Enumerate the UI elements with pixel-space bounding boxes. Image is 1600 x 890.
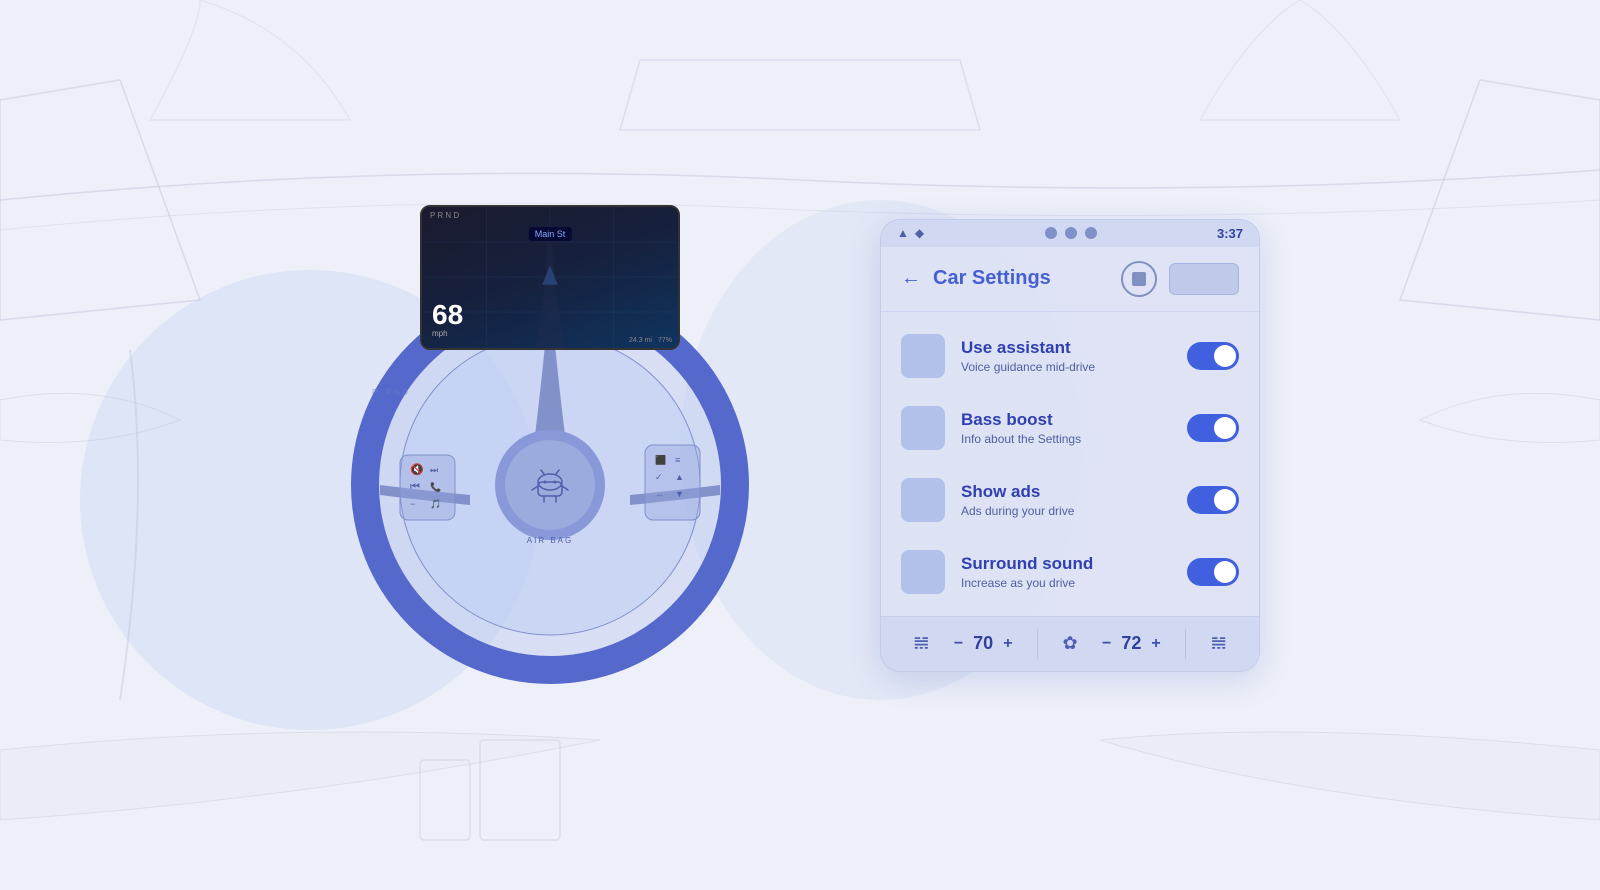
svg-text:▼: ▼ xyxy=(675,489,684,499)
nav-dot-1 xyxy=(1045,227,1057,239)
toggle-surround-sound[interactable] xyxy=(1187,558,1239,586)
temp-left-minus[interactable]: − xyxy=(954,635,963,653)
heat-right-icon: 𝌣 xyxy=(1211,633,1227,654)
climate-zone-left: 𝌣 xyxy=(913,633,929,654)
setting-surround-sound: Surround sound Increase as you drive xyxy=(881,536,1259,608)
setting-text-use-assistant: Use assistant Voice guidance mid-drive xyxy=(961,338,1171,374)
setting-title-bass-boost: Bass boost xyxy=(961,410,1171,430)
nav-dot-2 xyxy=(1065,227,1077,239)
setting-title-use-assistant: Use assistant xyxy=(961,338,1171,358)
status-icons: ▲ ◆ xyxy=(897,226,924,240)
climate-control-left: − 70 + xyxy=(954,633,1013,654)
climate-separator-2 xyxy=(1185,629,1186,659)
status-bar: ▲ ◆ 3:37 xyxy=(881,220,1259,247)
climate-zone-center: ✿ xyxy=(1062,633,1077,654)
setting-text-show-ads: Show ads Ads during your drive xyxy=(961,482,1171,518)
nav-street: Main St xyxy=(529,227,572,241)
svg-text:▲: ▲ xyxy=(675,472,684,482)
temp-left-value: 70 xyxy=(973,633,993,654)
svg-text:AIR BAG: AIR BAG xyxy=(527,536,573,545)
setting-title-show-ads: Show ads xyxy=(961,482,1171,502)
nav-dot-3 xyxy=(1085,227,1097,239)
toggle-knob-use-assistant xyxy=(1214,345,1236,367)
setting-desc-bass-boost: Info about the Settings xyxy=(961,432,1171,446)
toggle-knob-surround-sound xyxy=(1214,561,1236,583)
setting-bass-boost: Bass boost Info about the Settings xyxy=(881,392,1259,464)
setting-icon-use-assistant xyxy=(901,334,945,378)
phone-hud: P R N D xyxy=(430,211,459,220)
svg-text:🔇: 🔇 xyxy=(410,463,424,476)
wifi-icon: ◆ xyxy=(915,226,924,240)
signal-icon: ▲ xyxy=(897,226,909,240)
svg-text:⏮: ⏮ xyxy=(410,481,420,493)
svg-text:📞: 📞 xyxy=(430,481,442,492)
toggle-knob-bass-boost xyxy=(1214,417,1236,439)
setting-desc-show-ads: Ads during your drive xyxy=(961,504,1171,518)
svg-text:≡: ≡ xyxy=(675,455,680,465)
steering-wheel-container: P R N D Main St 68 mph 24.3 mi 77% xyxy=(340,235,760,655)
setting-icon-surround-sound xyxy=(901,550,945,594)
toggle-bass-boost[interactable] xyxy=(1187,414,1239,442)
toggle-show-ads[interactable] xyxy=(1187,486,1239,514)
climate-separator xyxy=(1037,629,1038,659)
setting-show-ads: Show ads Ads during your drive xyxy=(881,464,1259,536)
temp-left-plus[interactable]: + xyxy=(1003,635,1012,653)
setting-title-surround-sound: Surround sound xyxy=(961,554,1171,574)
temp-right-plus[interactable]: + xyxy=(1151,635,1160,653)
setting-desc-use-assistant: Voice guidance mid-drive xyxy=(961,360,1171,374)
stop-button[interactable] xyxy=(1121,261,1157,297)
svg-text:←: ← xyxy=(655,489,664,499)
fan-icon: ✿ xyxy=(1062,633,1077,654)
setting-icon-bass-boost xyxy=(901,406,945,450)
setting-icon-show-ads xyxy=(901,478,945,522)
climate-zone-right: 𝌣 xyxy=(1211,633,1227,654)
setting-text-bass-boost: Bass boost Info about the Settings xyxy=(961,410,1171,446)
speed-display: 68 mph xyxy=(432,301,463,338)
heat-left-icon: 𝌣 xyxy=(913,633,929,654)
svg-text:🎵: 🎵 xyxy=(430,499,441,509)
back-button[interactable]: ← xyxy=(901,267,921,290)
temp-right-value: 72 xyxy=(1121,633,1141,654)
stop-icon xyxy=(1132,272,1146,286)
svg-text:⬛: ⬛ xyxy=(655,454,666,465)
setting-text-surround-sound: Surround sound Increase as you drive xyxy=(961,554,1171,590)
climate-bar: 𝌣 − 70 + ✿ − 72 + 𝌣 xyxy=(881,616,1259,671)
svg-text:⏭: ⏭ xyxy=(430,465,438,475)
header-extra-button[interactable] xyxy=(1169,263,1239,295)
svg-text:−: − xyxy=(410,499,415,509)
svg-text:R N D: R N D xyxy=(386,388,408,397)
settings-list: Use assistant Voice guidance mid-drive B… xyxy=(881,312,1259,616)
temp-right-minus[interactable]: − xyxy=(1102,635,1111,653)
climate-control-right: − 72 + xyxy=(1102,633,1161,654)
toggle-use-assistant[interactable] xyxy=(1187,342,1239,370)
tablet-panel: ▲ ◆ 3:37 ← Car Settings xyxy=(880,219,1260,672)
status-time: 3:37 xyxy=(1217,226,1243,241)
setting-use-assistant: Use assistant Voice guidance mid-drive xyxy=(881,320,1259,392)
setting-desc-surround-sound: Increase as you drive xyxy=(961,576,1171,590)
phone-display: P R N D Main St 68 mph 24.3 mi 77% xyxy=(420,205,680,350)
svg-text:P: P xyxy=(372,388,377,397)
toggle-knob-show-ads xyxy=(1214,489,1236,511)
svg-text:✓: ✓ xyxy=(655,472,663,482)
header-title: Car Settings xyxy=(933,267,1109,290)
tablet-header: ← Car Settings xyxy=(881,247,1259,312)
